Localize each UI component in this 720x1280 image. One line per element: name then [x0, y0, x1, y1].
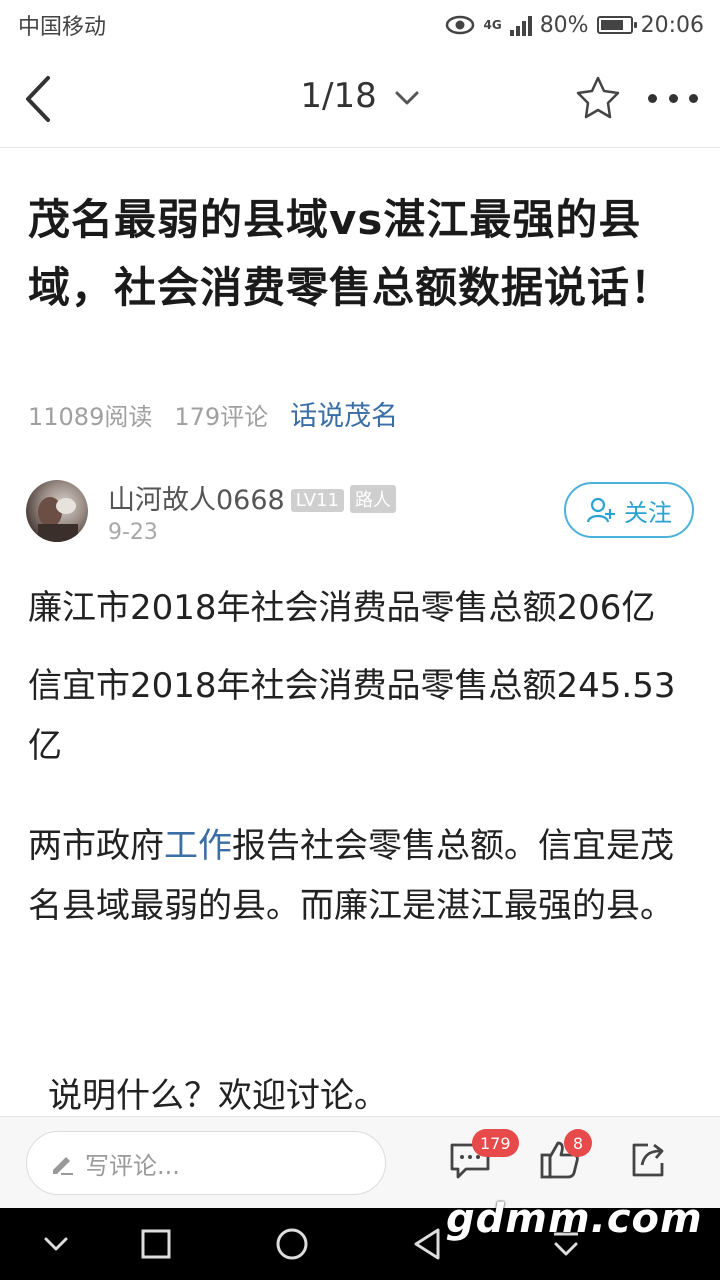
nav-recents-button[interactable]	[136, 1224, 176, 1264]
like-button[interactable]: 8	[538, 1129, 592, 1187]
pencil-icon	[53, 1157, 73, 1175]
carrier-label: 中国移动	[18, 15, 107, 40]
inline-link[interactable]: 工作	[164, 826, 232, 866]
eye-icon	[446, 15, 475, 35]
nav-collapse-button[interactable]	[36, 1224, 76, 1264]
author-name[interactable]: 山河故人0668	[108, 485, 285, 516]
paragraph: 说明什么？欢迎讨论。	[48, 1076, 388, 1116]
level-badge: LV11	[290, 489, 344, 512]
comment-count-label[interactable]: 179评论	[174, 397, 268, 432]
follow-button[interactable]: 关注	[564, 482, 694, 538]
more-options-button[interactable]	[648, 88, 698, 108]
nav-home-button[interactable]	[272, 1224, 312, 1264]
author-row: 山河故人0668 LV11 路人 9-23 关注	[26, 478, 696, 550]
paragraph: 廉江市2018年社会消费品零售总额206亿	[28, 588, 656, 628]
nav-back-button[interactable]	[408, 1224, 448, 1264]
status-icons: 4G 80% 20:06	[445, 13, 704, 38]
share-button[interactable]	[626, 1137, 674, 1187]
dot-icon	[648, 93, 657, 103]
triangle-back-icon	[414, 1228, 440, 1260]
page-indicator: 1/18	[300, 76, 377, 116]
top-nav: 1/18	[0, 50, 720, 148]
signal-icon	[509, 14, 532, 36]
dot-icon	[668, 93, 678, 103]
article-body: 廉江市2018年社会消费品零售总额206亿 信宜市2018年社会消费品零售总额2…	[28, 578, 694, 954]
watermark: gdmm.com	[446, 1196, 703, 1242]
chevron-down-icon	[44, 1237, 68, 1251]
follow-label: 关注	[624, 498, 672, 527]
dot-icon	[689, 93, 698, 103]
article-title: 茂名最弱的县域vs湛江最强的县域，社会消费零售总额数据说话！	[28, 195, 674, 312]
bottom-action-bar: 写评论... 179 8	[0, 1116, 720, 1208]
rank-badge: 路人	[350, 485, 396, 513]
network-label: 4G	[483, 18, 502, 32]
post-date: 9-23	[108, 520, 158, 545]
battery-percent: 80%	[539, 12, 589, 38]
comment-placeholder: 写评论...	[85, 1151, 180, 1180]
share-icon	[632, 1143, 664, 1177]
read-count: 11089阅读	[28, 403, 153, 431]
author-name-row: 山河故人0668 LV11 路人	[108, 478, 396, 517]
star-icon	[576, 76, 620, 119]
comments-button[interactable]: 179	[448, 1129, 519, 1187]
square-icon	[141, 1229, 171, 1259]
status-bar: 中国移动 4G 80% 20:06	[0, 0, 720, 50]
paragraph: 两市政府工作报告社会零售总额。信宜是茂名县域最弱的县。而廉江是湛江最强的县。	[28, 816, 694, 936]
comment-count-badge: 179	[472, 1129, 519, 1157]
add-user-icon	[586, 497, 615, 523]
avatar[interactable]	[26, 480, 88, 542]
topic-link[interactable]: 话说茂名	[290, 394, 398, 433]
paragraph: 信宜市2018年社会消费品零售总额245.53亿	[28, 666, 676, 766]
paragraph-text: 两市政府	[28, 826, 164, 866]
favorite-button[interactable]	[574, 74, 622, 122]
circle-icon	[276, 1228, 308, 1260]
clock: 20:06	[640, 12, 704, 38]
comment-input[interactable]: 写评论...	[26, 1131, 386, 1195]
avatar-image	[38, 497, 78, 542]
chevron-down-icon	[395, 91, 419, 104]
article-meta: 11089阅读 179评论 话说茂名	[28, 394, 398, 433]
like-count-badge: 8	[564, 1129, 592, 1157]
battery-icon	[596, 16, 637, 34]
